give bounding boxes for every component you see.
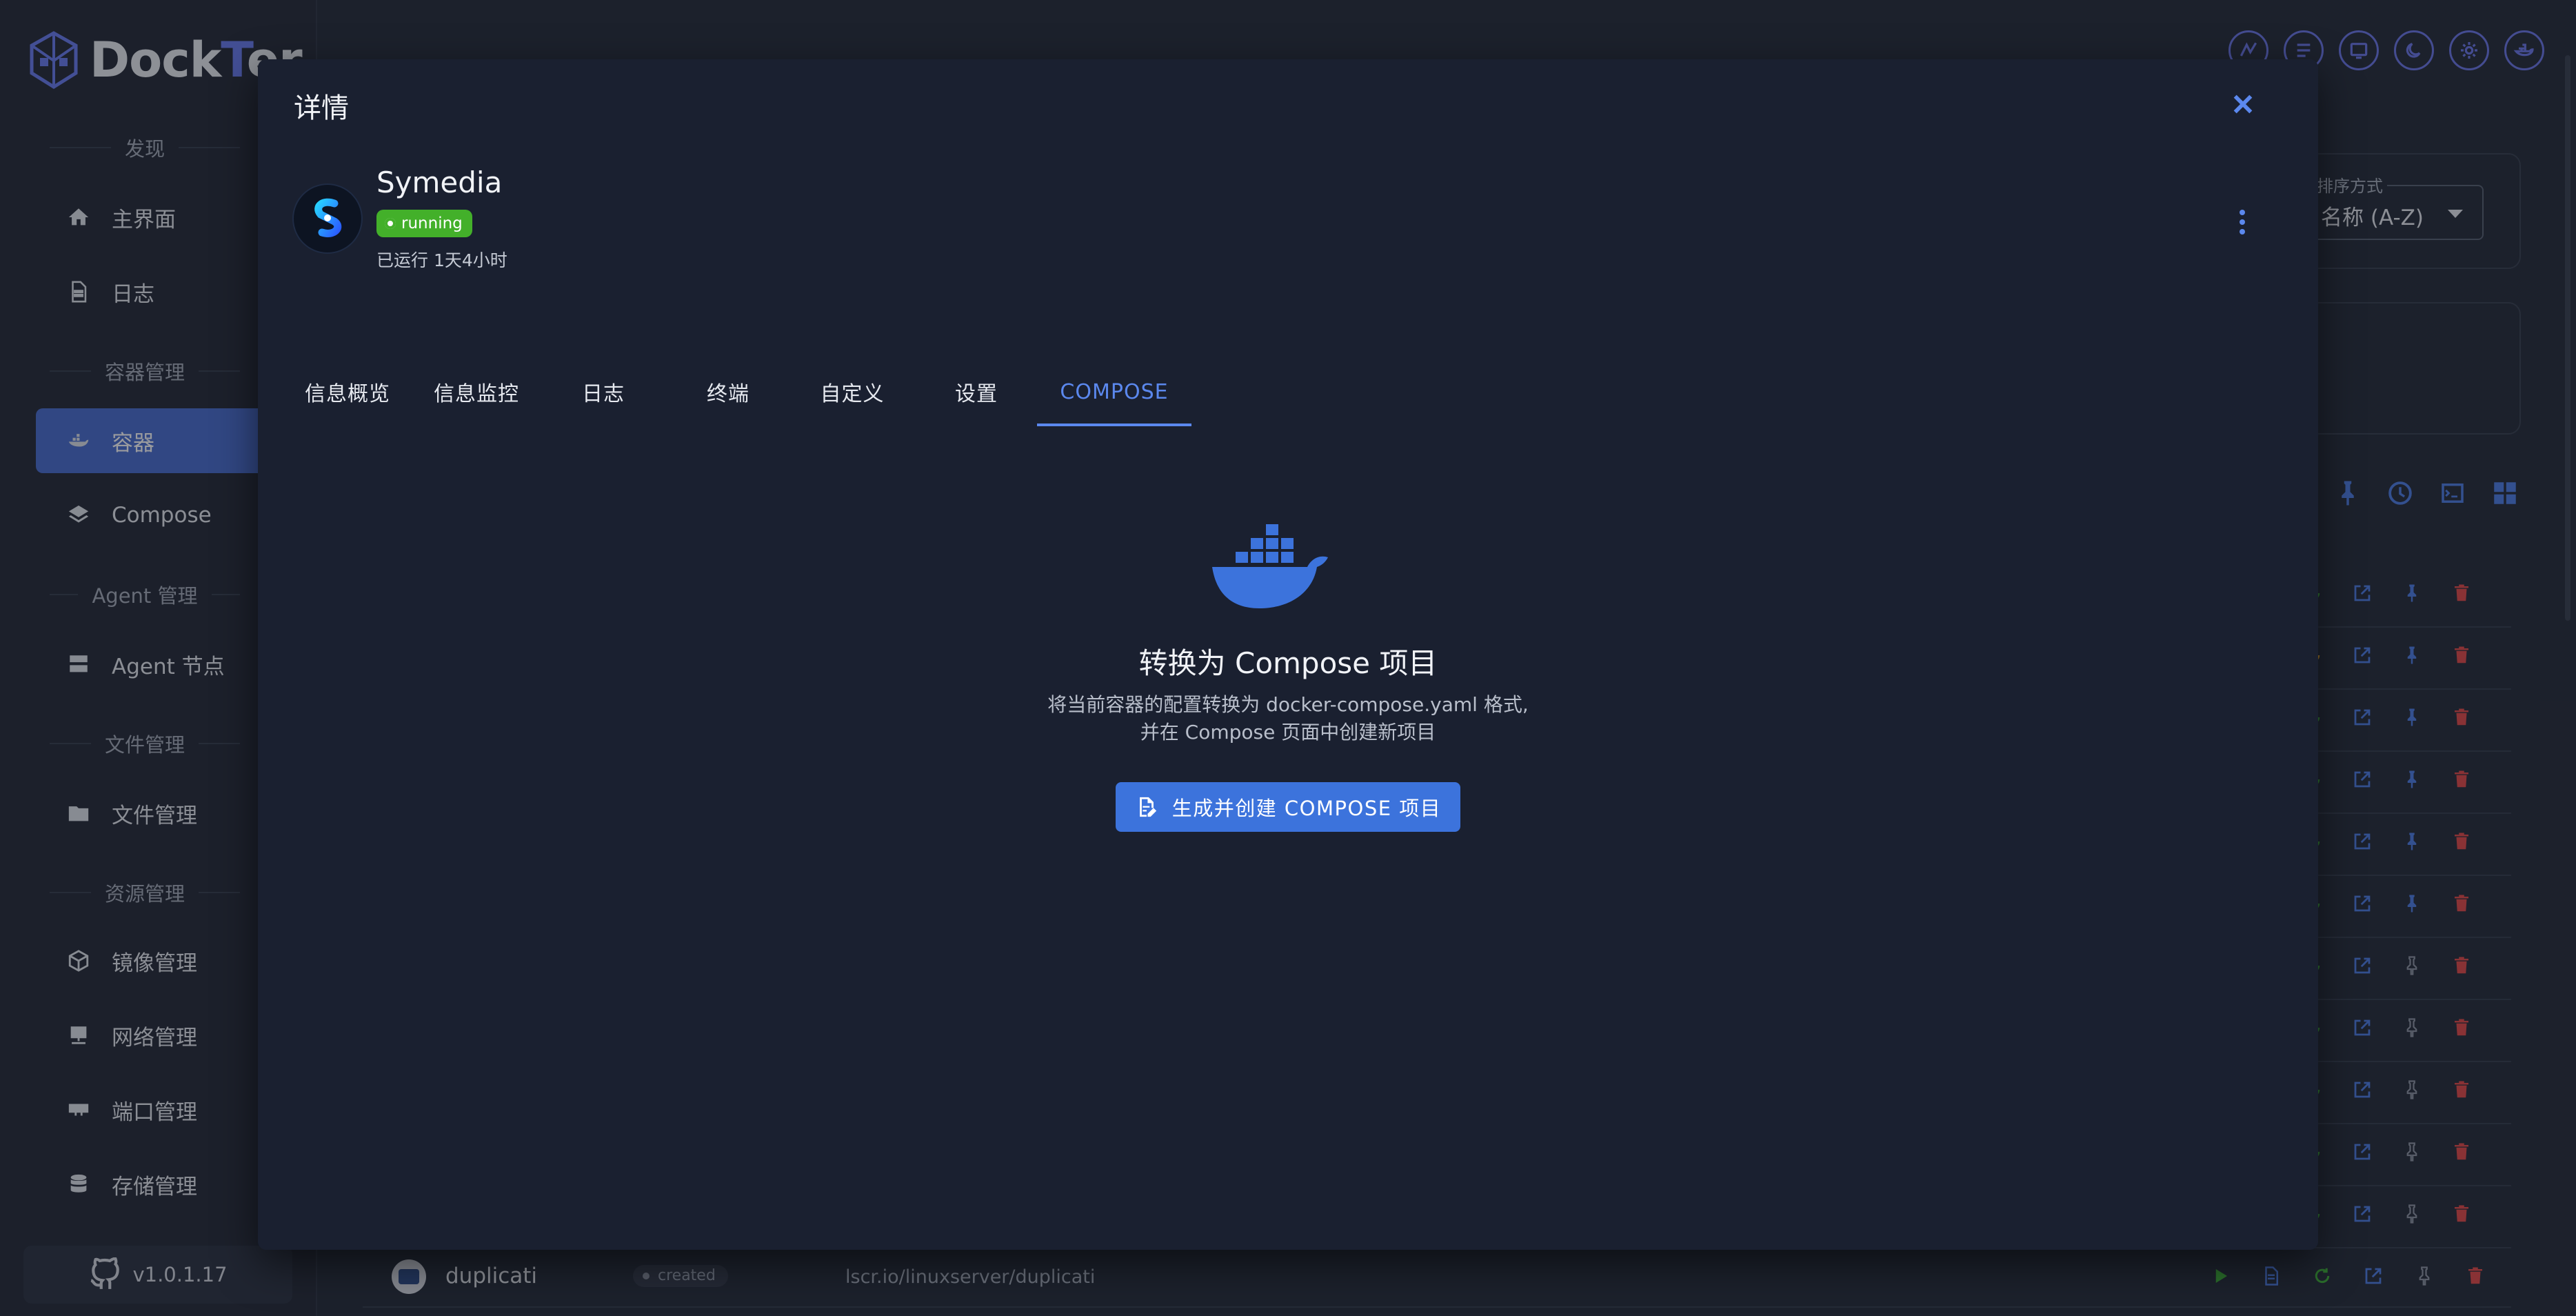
detail-tabs: 信息概览 信息监控 日志 终端 自定义 设置 COMPOSE — [281, 360, 1191, 426]
tab-terminal[interactable]: 终端 — [667, 360, 789, 423]
compose-desc-line-1: 将当前容器的配置转换为 docker-compose.yaml 格式, — [1047, 693, 1529, 716]
compose-empty-title: 转换为 Compose 项目 — [1138, 646, 1438, 680]
generate-compose-button[interactable]: 生成并创建 COMPOSE 项目 — [1116, 782, 1460, 832]
container-name: Symedia — [376, 166, 503, 199]
dialog-title: 详情 — [294, 92, 349, 124]
container-avatar — [294, 185, 361, 252]
tab-overview[interactable]: 信息概览 — [281, 360, 414, 423]
more-options-button[interactable] — [2228, 201, 2256, 243]
tab-compose[interactable]: COMPOSE — [1037, 360, 1191, 426]
container-details-dialog: 详情 Symedia running 已运行 1天4小时 信息概览 信息监控 日… — [258, 59, 2318, 1250]
status-badge: running — [376, 210, 472, 237]
symedia-logo-icon — [314, 198, 342, 237]
uptime-text: 已运行 1天4小时 — [376, 250, 507, 270]
generate-compose-label: 生成并创建 COMPOSE 项目 — [1171, 797, 1442, 820]
docker-whale-icon — [1212, 524, 1328, 608]
compose-empty-description: 将当前容器的配置转换为 docker-compose.yaml 格式, 并在 C… — [258, 691, 2318, 746]
tab-logs[interactable]: 日志 — [539, 360, 667, 423]
file-edit-icon — [1139, 797, 1156, 817]
tab-custom[interactable]: 自定义 — [789, 360, 916, 423]
close-icon — [2233, 94, 2253, 114]
tab-settings[interactable]: 设置 — [916, 360, 1037, 423]
compose-desc-line-2: 并在 Compose 页面中创建新项目 — [1140, 721, 1436, 744]
close-button[interactable] — [2226, 87, 2260, 121]
tab-monitor[interactable]: 信息监控 — [414, 360, 539, 423]
